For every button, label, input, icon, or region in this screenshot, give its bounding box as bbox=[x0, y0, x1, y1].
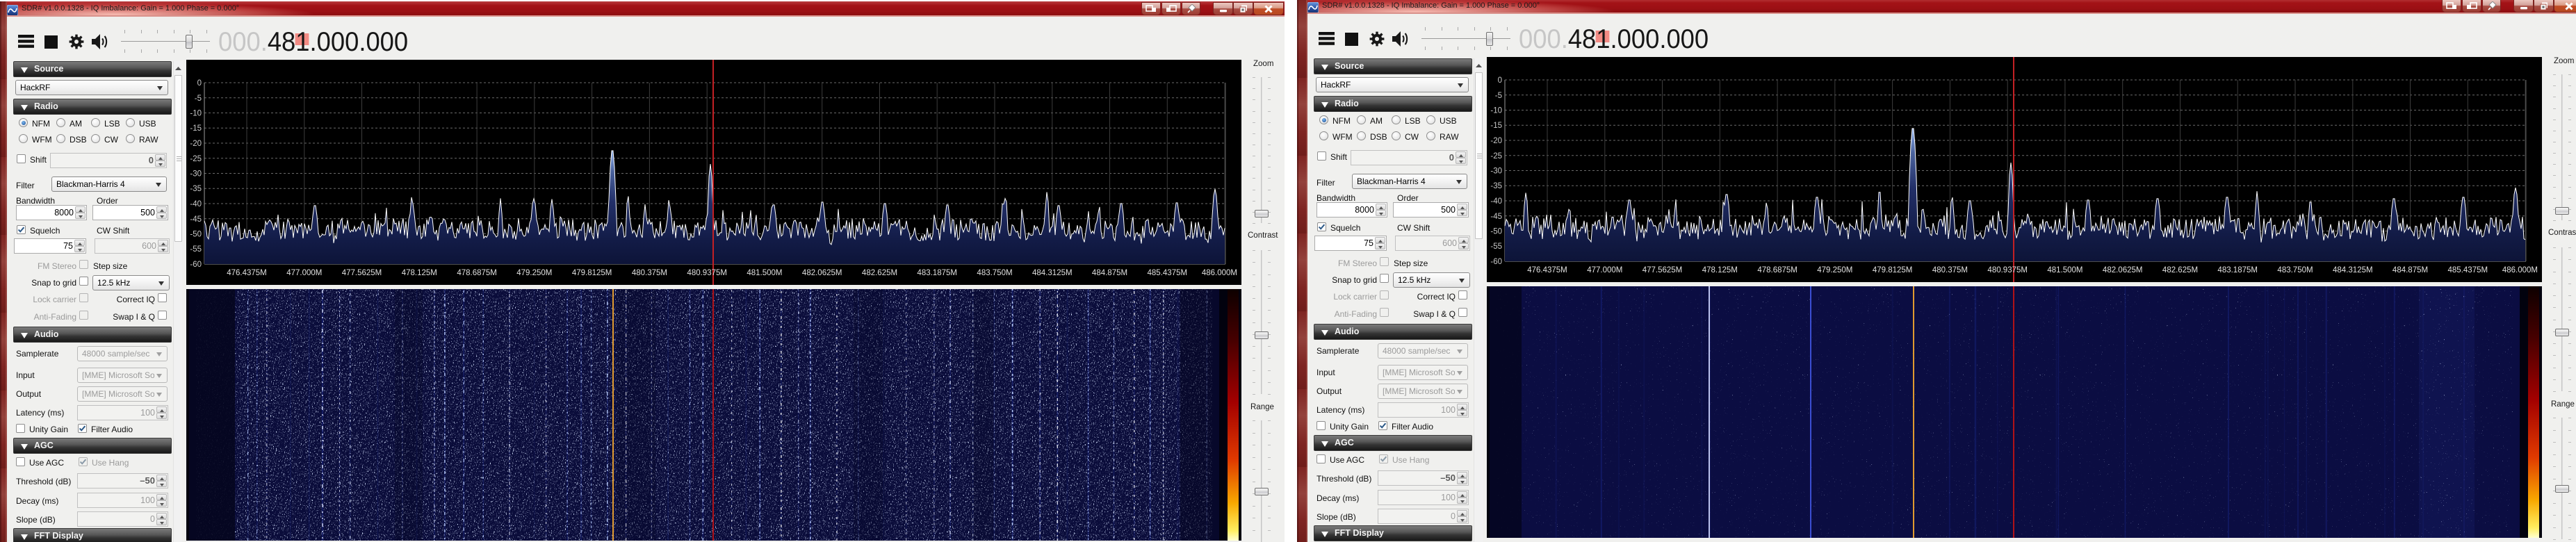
svg-text:-25: -25 bbox=[1490, 152, 1502, 161]
svg-text:476.4375M: 476.4375M bbox=[1527, 266, 1567, 274]
svg-text:478.125M: 478.125M bbox=[402, 269, 437, 277]
svg-text:482.0625M: 482.0625M bbox=[802, 269, 842, 277]
svg-text:0: 0 bbox=[1498, 76, 1502, 85]
svg-text:478.6875M: 478.6875M bbox=[1757, 266, 1798, 274]
svg-text:480.9375M: 480.9375M bbox=[687, 269, 727, 277]
svg-text:-40: -40 bbox=[190, 200, 202, 208]
svg-text:479.8125M: 479.8125M bbox=[1873, 266, 1913, 274]
svg-text:-50: -50 bbox=[190, 231, 202, 239]
svg-text:484.3125M: 484.3125M bbox=[1032, 269, 1073, 277]
svg-text:485.4375M: 485.4375M bbox=[2448, 266, 2488, 274]
svg-text:479.250M: 479.250M bbox=[516, 269, 552, 277]
svg-text:477.000M: 477.000M bbox=[286, 269, 322, 277]
svg-text:483.1875M: 483.1875M bbox=[2217, 266, 2258, 274]
svg-text:-15: -15 bbox=[1490, 122, 1502, 130]
svg-text:477.5625M: 477.5625M bbox=[342, 269, 382, 277]
svg-text:478.125M: 478.125M bbox=[1702, 266, 1738, 274]
svg-text:-30: -30 bbox=[190, 170, 202, 179]
svg-text:485.4375M: 485.4375M bbox=[1148, 269, 1188, 277]
svg-text:482.625M: 482.625M bbox=[2162, 266, 2198, 274]
svg-text:-20: -20 bbox=[190, 140, 202, 148]
svg-text:-35: -35 bbox=[190, 185, 202, 193]
svg-text:486.000M: 486.000M bbox=[2502, 266, 2538, 274]
svg-text:484.875M: 484.875M bbox=[1092, 269, 1127, 277]
svg-text:477.5625M: 477.5625M bbox=[1642, 266, 1683, 274]
svg-text:482.0625M: 482.0625M bbox=[2103, 266, 2143, 274]
svg-text:483.750M: 483.750M bbox=[2277, 266, 2313, 274]
svg-text:-55: -55 bbox=[1490, 243, 1502, 251]
svg-text:484.875M: 484.875M bbox=[2392, 266, 2428, 274]
svg-text:-30: -30 bbox=[1490, 167, 1502, 176]
svg-text:-45: -45 bbox=[190, 215, 202, 224]
svg-text:482.625M: 482.625M bbox=[862, 269, 897, 277]
svg-text:-15: -15 bbox=[190, 124, 202, 133]
svg-text:479.250M: 479.250M bbox=[1817, 266, 1852, 274]
svg-text:479.8125M: 479.8125M bbox=[572, 269, 612, 277]
svg-text:480.9375M: 480.9375M bbox=[1987, 266, 2028, 274]
svg-text:-55: -55 bbox=[190, 245, 202, 254]
svg-text:-25: -25 bbox=[190, 155, 202, 163]
svg-text:-60: -60 bbox=[1490, 258, 1502, 266]
svg-text:-60: -60 bbox=[190, 261, 202, 269]
svg-text:476.4375M: 476.4375M bbox=[227, 269, 267, 277]
svg-text:-5: -5 bbox=[195, 95, 202, 103]
svg-text:480.375M: 480.375M bbox=[632, 269, 667, 277]
svg-text:-5: -5 bbox=[1495, 92, 1502, 100]
svg-text:-10: -10 bbox=[1490, 107, 1502, 115]
svg-text:-10: -10 bbox=[190, 110, 202, 118]
svg-text:483.750M: 483.750M bbox=[977, 269, 1012, 277]
svg-text:481.500M: 481.500M bbox=[2047, 266, 2082, 274]
svg-text:477.000M: 477.000M bbox=[1587, 266, 1622, 274]
svg-text:-35: -35 bbox=[1490, 182, 1502, 190]
svg-text:0: 0 bbox=[197, 79, 202, 88]
svg-text:484.3125M: 484.3125M bbox=[2333, 266, 2373, 274]
svg-text:486.000M: 486.000M bbox=[1202, 269, 1237, 277]
svg-text:480.375M: 480.375M bbox=[1932, 266, 1968, 274]
svg-text:483.1875M: 483.1875M bbox=[917, 269, 957, 277]
svg-text:481.500M: 481.500M bbox=[747, 269, 782, 277]
svg-text:-50: -50 bbox=[1490, 228, 1502, 236]
svg-text:-40: -40 bbox=[1490, 197, 1502, 206]
svg-text:-45: -45 bbox=[1490, 213, 1502, 221]
svg-text:-20: -20 bbox=[1490, 137, 1502, 145]
svg-text:478.6875M: 478.6875M bbox=[457, 269, 497, 277]
